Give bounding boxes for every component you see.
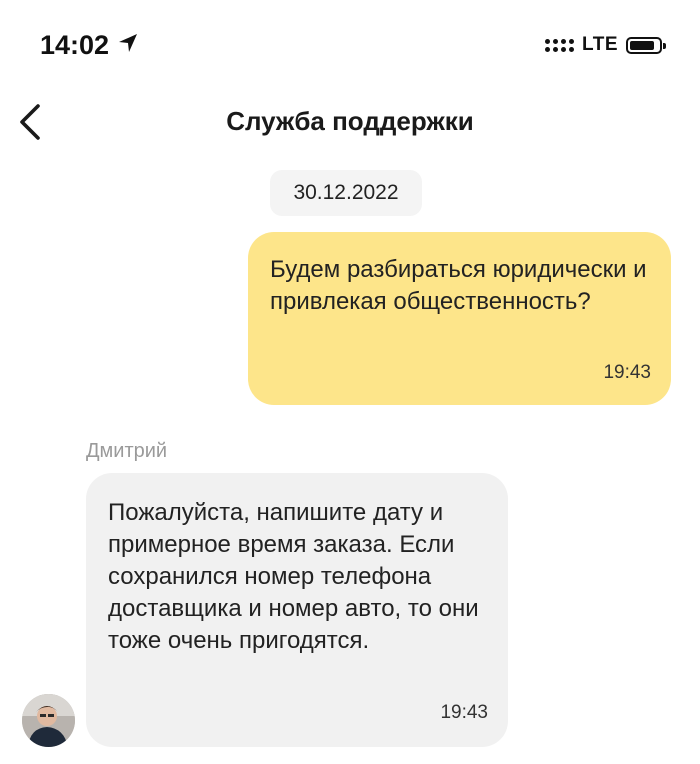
- date-separator: 30.12.2022: [270, 170, 422, 216]
- battery-icon: [626, 36, 666, 54]
- outgoing-message-bubble[interactable]: Будем разбираться юридически и привлекая…: [248, 232, 671, 405]
- message-text: Будем разбираться юридически и привлекая…: [270, 256, 647, 315]
- incoming-message-bubble[interactable]: Пожалуйста, напишите дату и примерное вр…: [86, 473, 508, 747]
- status-bar-clock: 14:02: [40, 27, 139, 63]
- signal-dots-icon: [545, 38, 575, 52]
- page-title: Служба поддержки: [226, 106, 474, 136]
- avatar[interactable]: [22, 694, 75, 747]
- message-text: Пожалуйста, напишите дату и примерное вр…: [108, 499, 479, 654]
- battery-level-fill: [630, 40, 654, 50]
- status-time-text: 14:02: [40, 29, 110, 60]
- network-type-label: LTE: [582, 34, 618, 55]
- location-arrow-icon: [117, 30, 139, 61]
- message-timestamp: 19:43: [603, 362, 651, 383]
- message-timestamp: 19:43: [440, 702, 488, 723]
- sender-name: Дмитрий: [86, 440, 168, 462]
- status-bar-indicators: LTE: [545, 31, 666, 59]
